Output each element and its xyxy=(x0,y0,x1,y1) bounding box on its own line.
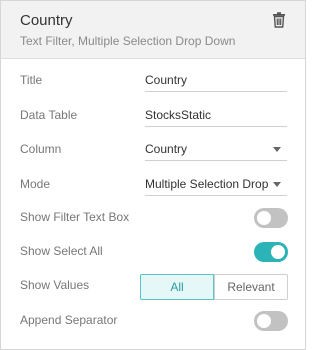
row-show-values: Show Values All Relevant xyxy=(1,269,305,303)
data-table-label: Data Table xyxy=(20,108,78,122)
column-select[interactable]: Country xyxy=(145,137,287,161)
show-filter-text-box-toggle[interactable] xyxy=(254,208,288,228)
row-title: Title Country xyxy=(1,64,305,98)
show-values-label: Show Values xyxy=(20,278,90,292)
mode-select-value: Multiple Selection Drop xyxy=(145,177,269,191)
data-table-value: StocksStatic xyxy=(145,108,212,122)
toggle-knob xyxy=(257,211,271,225)
title-label: Title xyxy=(20,73,43,87)
append-separator-label: Append Separator xyxy=(20,313,118,327)
chevron-down-icon xyxy=(273,182,281,187)
row-show-filter-text-box: Show Filter Text Box xyxy=(1,201,305,235)
panel-subtitle: Text Filter, Multiple Selection Drop Dow… xyxy=(20,34,236,48)
show-values-option-relevant[interactable]: Relevant xyxy=(214,275,287,299)
row-mode: Mode Multiple Selection Drop xyxy=(1,168,305,202)
data-table-field: StocksStatic xyxy=(145,103,287,127)
show-select-all-label: Show Select All xyxy=(20,244,103,258)
filter-settings-panel: Country Text Filter, Multiple Selection … xyxy=(0,0,306,350)
row-append-separator: Append Separator xyxy=(1,304,305,338)
row-column: Column Country xyxy=(1,133,305,167)
trash-icon[interactable] xyxy=(272,12,286,28)
panel-title: Country xyxy=(20,12,73,29)
chevron-down-icon xyxy=(273,147,281,152)
title-input-value: Country xyxy=(145,73,188,87)
row-show-select-all: Show Select All xyxy=(1,235,305,269)
panel-header: Country Text Filter, Multiple Selection … xyxy=(1,1,305,59)
row-data-table: Data Table StocksStatic xyxy=(1,99,305,133)
mode-select[interactable]: Multiple Selection Drop xyxy=(145,172,287,196)
column-label: Column xyxy=(20,142,62,156)
column-select-value: Country xyxy=(145,142,188,156)
show-values-option-all[interactable]: All xyxy=(140,274,214,300)
show-select-all-toggle[interactable] xyxy=(254,242,288,262)
show-filter-text-box-label: Show Filter Text Box xyxy=(20,210,130,224)
title-input[interactable]: Country xyxy=(145,68,287,92)
toggle-knob xyxy=(271,245,285,259)
show-values-segmented-control: All Relevant xyxy=(140,274,288,300)
toggle-knob xyxy=(257,314,271,328)
append-separator-toggle[interactable] xyxy=(254,311,288,331)
mode-label: Mode xyxy=(20,177,51,191)
